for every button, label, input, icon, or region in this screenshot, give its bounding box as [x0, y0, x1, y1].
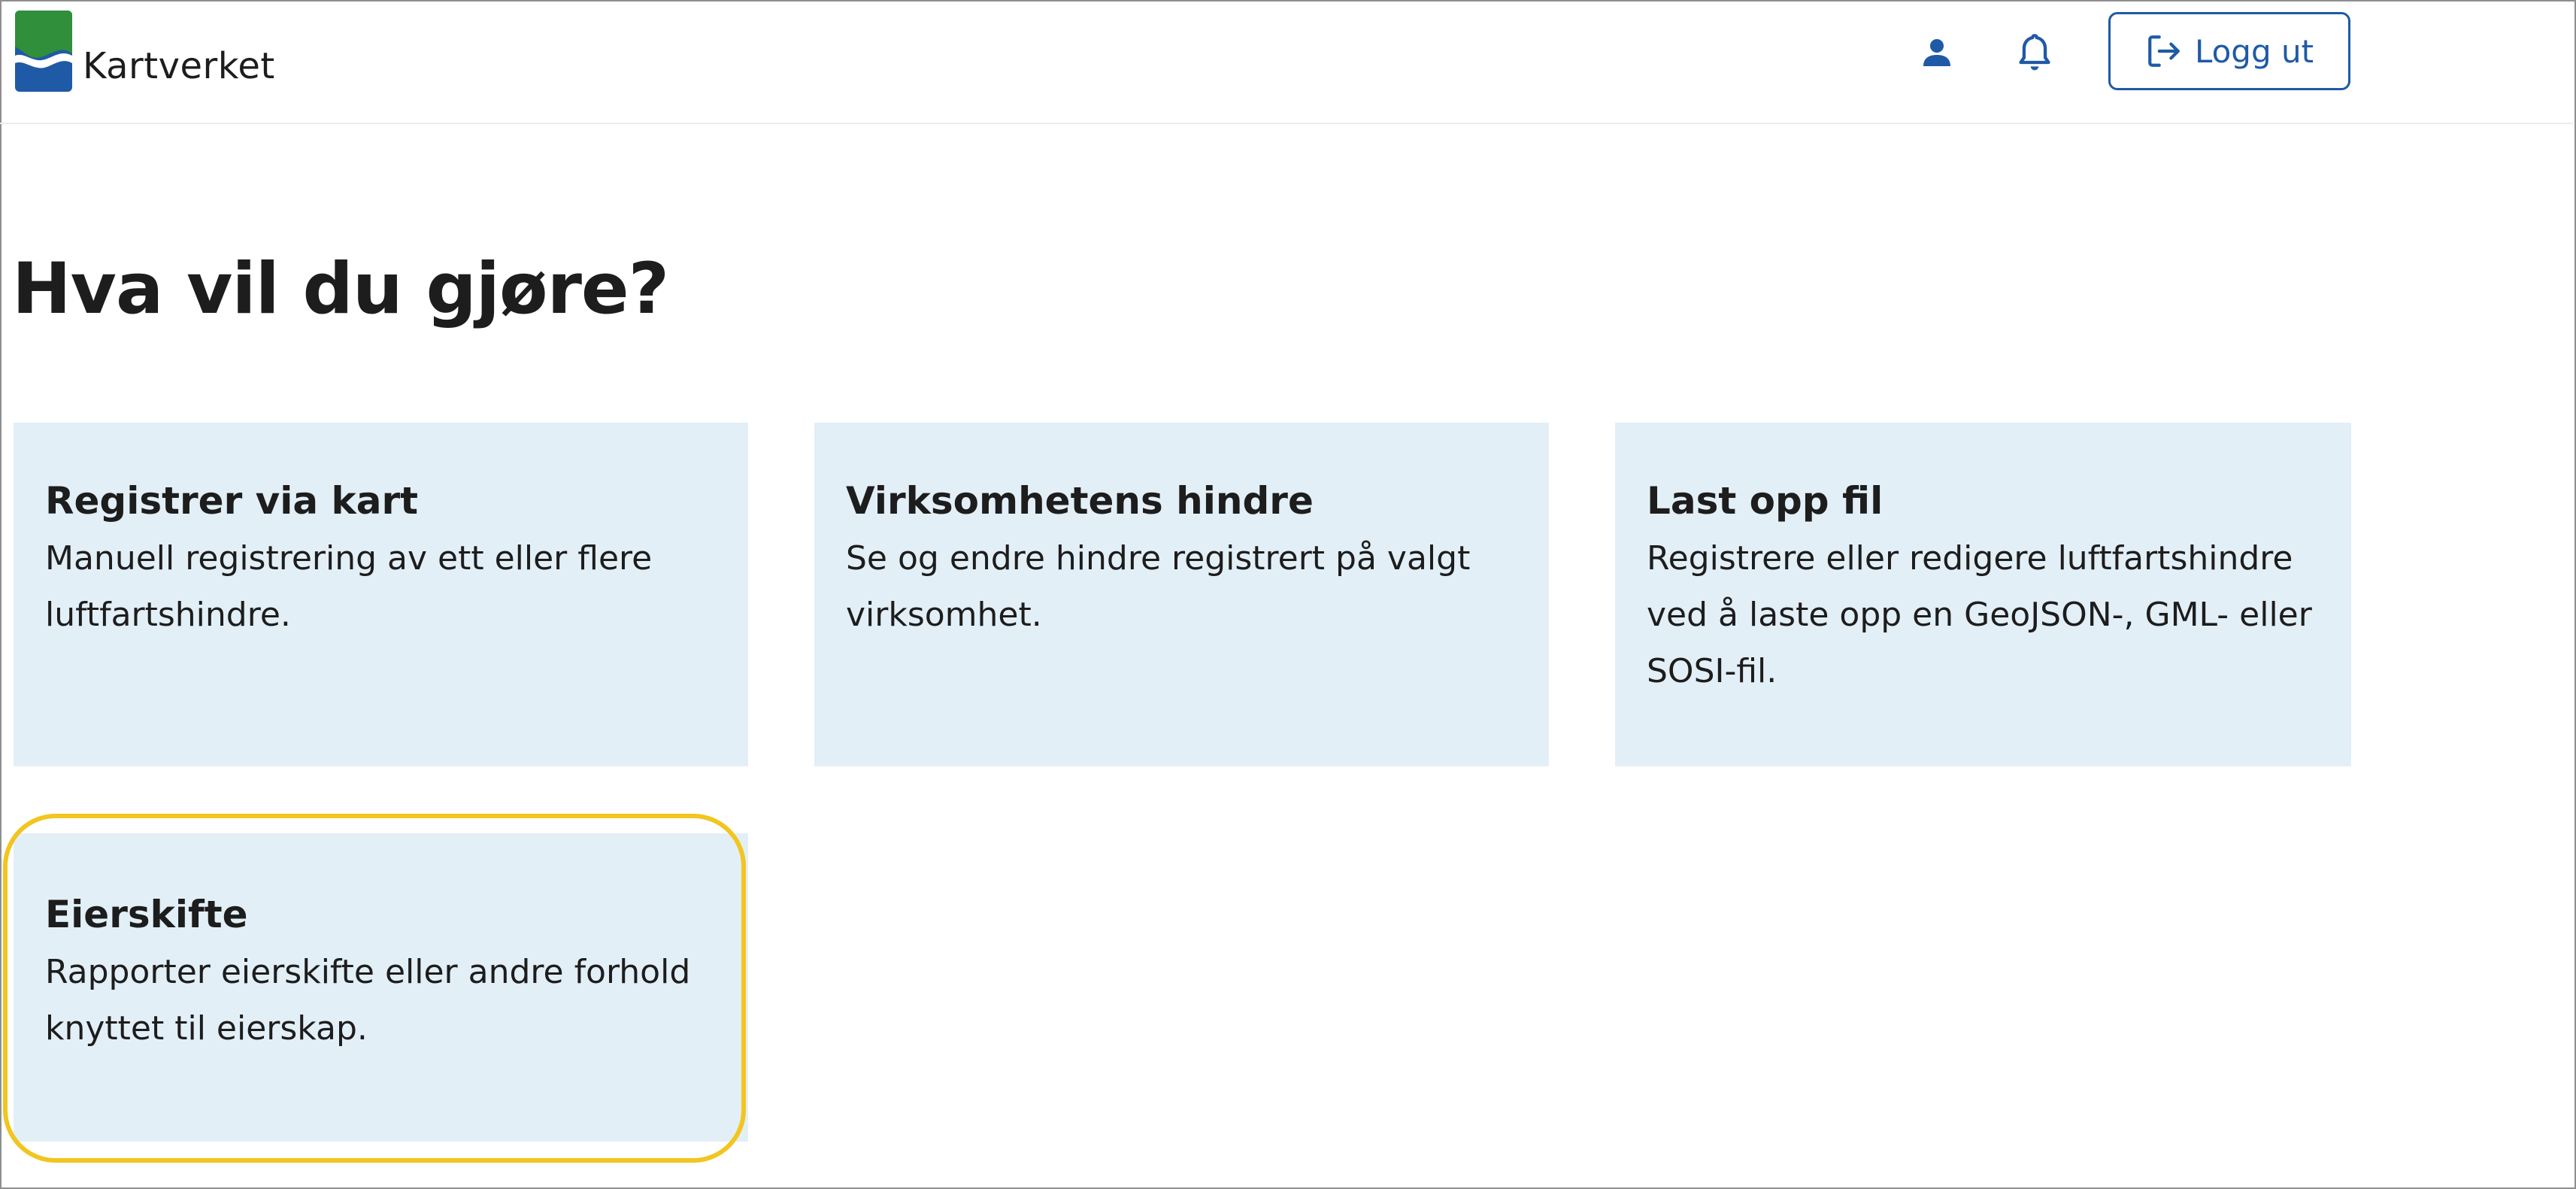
- card-description: Rapporter eierskifte eller andre forhold…: [45, 953, 691, 1048]
- logout-icon: [2148, 35, 2180, 67]
- kartverket-logo[interactable]: Kartverket: [15, 11, 275, 92]
- card-title: Registrer via kart: [45, 479, 419, 523]
- card-description: Registrere eller redigere luftfartshindr…: [1647, 539, 2312, 690]
- card-virksomhetens-hindre[interactable]: Virksomhetens hindre Se og endre hindre …: [814, 423, 1549, 766]
- card-registrer-via-kart[interactable]: Registrer via kart Manuell registrering …: [14, 423, 748, 766]
- kartverket-logo-mark: [15, 11, 72, 92]
- top-header: Kartverket Logg ut: [0, 0, 2573, 124]
- card-description: Se og endre hindre registrert på valgt v…: [846, 539, 1471, 634]
- card-title: Eierskifte: [45, 893, 248, 936]
- notifications-button[interactable]: [2008, 26, 2062, 80]
- card-title: Virksomhetens hindre: [846, 479, 1314, 523]
- card-last-opp-fil[interactable]: Last opp fil Registrere eller redigere l…: [1615, 423, 2351, 766]
- user-profile-button[interactable]: [1910, 26, 1964, 80]
- user-icon: [1923, 39, 1950, 66]
- bell-icon: [2019, 34, 2050, 71]
- card-eierskifte[interactable]: Eierskifte Rapporter eierskifte eller an…: [14, 833, 748, 1142]
- card-title: Last opp fil: [1647, 479, 1884, 523]
- page-title: Hva vil du gjøre?: [12, 248, 669, 330]
- logout-button[interactable]: Logg ut: [2108, 12, 2350, 90]
- logo-text: Kartverket: [83, 45, 275, 87]
- card-description: Manuell registrering av ett eller flere …: [45, 539, 653, 634]
- logout-label: Logg ut: [2194, 32, 2314, 70]
